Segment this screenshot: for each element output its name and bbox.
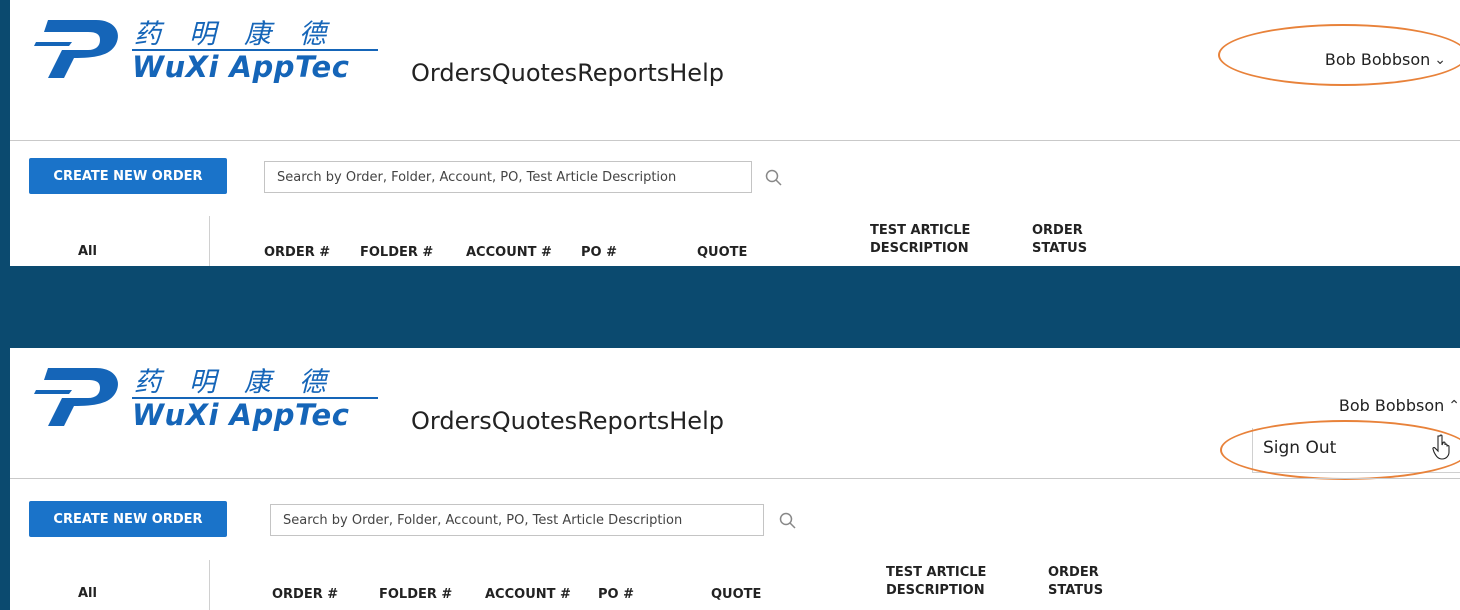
filter-separator <box>209 560 210 610</box>
user-menu-toggle[interactable]: Bob Bobbson ⌄ <box>1325 50 1446 69</box>
nav-quotes[interactable]: Quotes <box>492 404 577 438</box>
col-header-po[interactable]: PO # <box>581 244 617 262</box>
main-nav: Orders Quotes Reports Help <box>411 56 724 90</box>
nav-reports[interactable]: Reports <box>577 56 669 90</box>
col-header-quote[interactable]: QUOTE <box>697 244 747 262</box>
user-name: Bob Bobbson <box>1324 50 1431 69</box>
user-name: Bob Bobbson <box>1338 396 1445 415</box>
nav-help[interactable]: Help <box>669 56 724 90</box>
header-divider <box>10 140 1460 141</box>
wuxi-apptec-logo[interactable]: 药明康德 WuXi AppTec <box>34 360 379 432</box>
nav-orders[interactable]: Orders <box>411 56 492 90</box>
create-new-order-button[interactable]: CREATE NEW ORDER <box>29 501 227 537</box>
filter-separator <box>209 216 210 266</box>
chevron-down-icon: ⌄ <box>1434 51 1446 68</box>
search-icon[interactable] <box>764 168 784 188</box>
user-menu-toggle[interactable]: Bob Bobbson ⌃ <box>1339 396 1460 415</box>
logo-english-text: WuXi AppTec <box>132 398 350 432</box>
nav-orders[interactable]: Orders <box>411 404 492 438</box>
col-header-test-article[interactable]: TEST ARTICLE DESCRIPTION <box>870 222 970 258</box>
logo-mark-icon <box>34 368 118 426</box>
logo-mark-icon <box>34 20 118 78</box>
create-new-order-button[interactable]: CREATE NEW ORDER <box>29 158 227 194</box>
col-header-test-article[interactable]: TEST ARTICLE DESCRIPTION <box>886 564 986 600</box>
col-header-order-status-line1: ORDER <box>1032 223 1083 238</box>
col-header-order-status[interactable]: ORDER STATUS <box>1032 222 1087 258</box>
search-icon[interactable] <box>778 511 798 531</box>
filter-all[interactable]: All <box>78 586 97 601</box>
col-header-order[interactable]: ORDER # <box>264 244 330 262</box>
col-header-folder[interactable]: FOLDER # <box>379 586 452 604</box>
nav-reports[interactable]: Reports <box>577 404 669 438</box>
logo-english-text: WuXi AppTec <box>132 50 350 84</box>
col-header-order[interactable]: ORDER # <box>272 586 338 604</box>
col-header-test-article-line2: DESCRIPTION <box>870 241 969 256</box>
col-header-account[interactable]: ACCOUNT # <box>485 586 571 604</box>
screenshot-after: 药明康德 WuXi AppTec Orders Quotes Reports H… <box>10 348 1460 610</box>
col-header-account[interactable]: ACCOUNT # <box>466 244 552 262</box>
col-header-folder[interactable]: FOLDER # <box>360 244 433 262</box>
col-header-test-article-line1: TEST ARTICLE <box>886 565 987 580</box>
col-header-order-status-line2: STATUS <box>1048 583 1104 598</box>
col-header-test-article-line2: DESCRIPTION <box>886 583 985 598</box>
logo-chinese-text: 药明康德 <box>134 19 354 50</box>
col-header-order-status[interactable]: ORDER STATUS <box>1048 564 1103 600</box>
nav-quotes[interactable]: Quotes <box>492 56 577 90</box>
header-divider <box>10 478 1460 479</box>
col-header-order-status-line1: ORDER <box>1048 565 1099 580</box>
main-nav: Orders Quotes Reports Help <box>411 404 724 438</box>
filter-all[interactable]: All <box>78 244 97 259</box>
search-input[interactable] <box>264 161 752 193</box>
col-header-quote[interactable]: QUOTE <box>711 586 761 604</box>
hand-pointer-icon <box>1432 434 1450 460</box>
col-header-po[interactable]: PO # <box>598 586 634 604</box>
col-header-test-article-line1: TEST ARTICLE <box>870 223 971 238</box>
sign-out-menu-item[interactable]: Sign Out <box>1263 438 1336 458</box>
user-dropdown-menu: Sign Out <box>1252 428 1460 473</box>
logo-chinese-text: 药明康德 <box>134 367 354 398</box>
nav-help[interactable]: Help <box>669 404 724 438</box>
wuxi-apptec-logo[interactable]: 药明康德 WuXi AppTec <box>34 12 379 84</box>
chevron-up-icon: ⌃ <box>1448 397 1460 414</box>
col-header-order-status-line2: STATUS <box>1032 241 1088 256</box>
screenshot-before: 药明康德 WuXi AppTec Orders Quotes Reports H… <box>10 0 1460 266</box>
search-input[interactable] <box>270 504 764 536</box>
